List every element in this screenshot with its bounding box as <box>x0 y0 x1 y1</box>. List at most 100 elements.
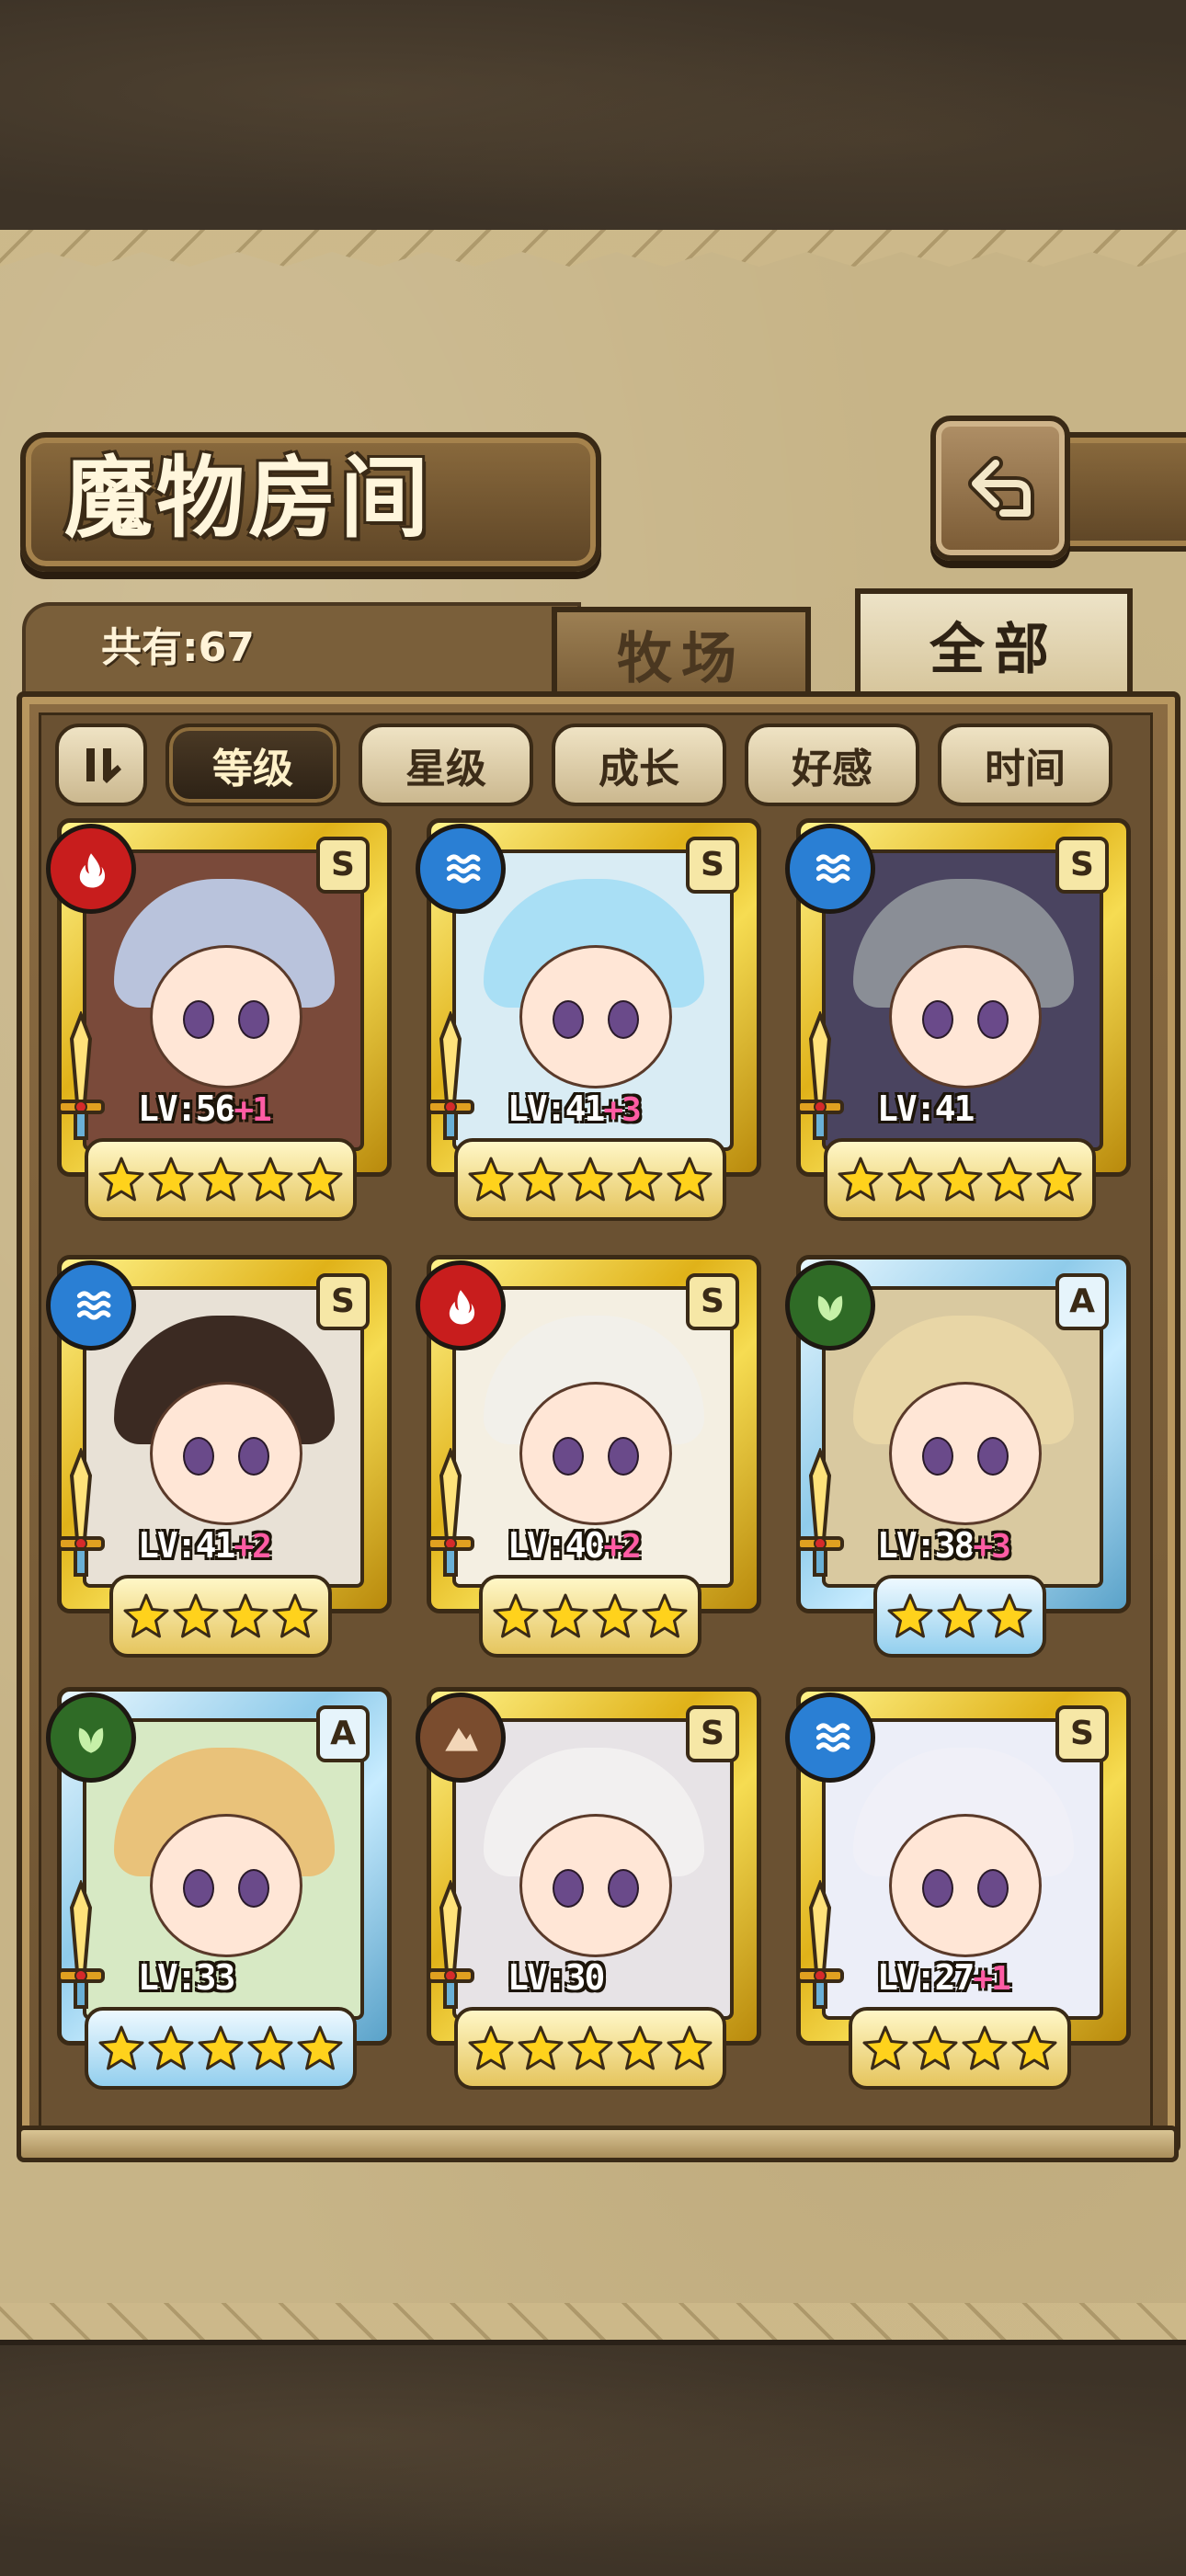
star-icon <box>1036 1157 1082 1202</box>
star-icon <box>617 2025 663 2070</box>
fire-element-icon <box>416 1260 506 1351</box>
star-icon <box>1011 2025 1057 2070</box>
star-rating <box>85 1138 357 1221</box>
star-icon <box>297 2025 343 2070</box>
sword-icon <box>427 1880 474 2009</box>
star-icon <box>518 1157 564 1202</box>
star-icon <box>986 1593 1032 1638</box>
rank-badge: S <box>686 1273 739 1330</box>
star-icon <box>567 2025 613 2070</box>
star-icon <box>887 1157 933 1202</box>
star-icon <box>98 2025 144 2070</box>
map-background-bottom <box>0 2340 1186 2576</box>
wood-element-icon <box>785 1260 875 1351</box>
star-rating <box>454 2007 726 2090</box>
monster-level: LV:38+3 <box>877 1525 1011 1566</box>
monster-card[interactable]: S LV:40+2 <box>416 1255 763 1661</box>
star-icon <box>887 1593 933 1638</box>
tab-all[interactable]: 全部 <box>855 588 1133 695</box>
back-button-plate <box>1057 432 1186 552</box>
star-icon <box>148 1157 194 1202</box>
rank-badge: S <box>1055 1705 1109 1762</box>
monster-level: LV:33 <box>138 1957 235 1998</box>
star-icon <box>468 1157 514 1202</box>
rank-badge: A <box>316 1705 370 1762</box>
monster-card[interactable]: A LV:33 <box>46 1687 393 2093</box>
star-icon <box>297 1157 343 1202</box>
star-icon <box>272 1593 318 1638</box>
star-icon <box>937 1157 983 1202</box>
monster-card[interactable]: S LV:30 <box>416 1687 763 2093</box>
sword-icon <box>796 1880 844 2009</box>
fire-element-icon <box>46 824 136 914</box>
star-icon <box>198 1157 244 1202</box>
star-icon <box>962 2025 1008 2070</box>
monster-card[interactable]: S LV:56+1 <box>46 818 393 1225</box>
star-rating <box>85 2007 357 2090</box>
sword-icon <box>427 1011 474 1140</box>
monster-card[interactable]: S LV:41+3 <box>416 818 763 1225</box>
sword-icon <box>796 1011 844 1140</box>
star-rating <box>824 1138 1096 1221</box>
sort-star-button[interactable]: 星级 <box>359 724 533 806</box>
star-icon <box>148 2025 194 2070</box>
tab-farm[interactable]: 牧场 <box>552 607 811 695</box>
page-title: 魔物房间 <box>64 446 432 550</box>
sword-icon <box>57 1880 105 2009</box>
monster-level: LV:41+3 <box>507 1089 642 1129</box>
monster-card[interactable]: S LV:27+1 <box>785 1687 1133 2093</box>
star-icon <box>222 1593 268 1638</box>
star-icon <box>493 1593 539 1638</box>
rank-badge: S <box>316 1273 370 1330</box>
water-element-icon <box>416 824 506 914</box>
sword-icon <box>427 1448 474 1577</box>
sort-time-button[interactable]: 时间 <box>938 724 1112 806</box>
monster-card[interactable]: S LV:41 <box>785 818 1133 1225</box>
water-element-icon <box>46 1260 136 1351</box>
star-rating <box>109 1575 332 1658</box>
wood-element-icon <box>46 1693 136 1783</box>
star-rating <box>849 2007 1071 2090</box>
star-icon <box>542 1593 588 1638</box>
monster-level: LV:30 <box>507 1957 605 1998</box>
star-rating <box>479 1575 701 1658</box>
back-arrow-icon <box>968 456 1034 520</box>
sword-icon <box>57 1011 105 1140</box>
star-icon <box>98 1157 144 1202</box>
rank-badge: S <box>686 837 739 894</box>
sort-affection-button[interactable]: 好感 <box>745 724 919 806</box>
star-icon <box>986 1157 1032 1202</box>
star-icon <box>642 1593 688 1638</box>
star-icon <box>518 2025 564 2070</box>
rank-badge: A <box>1055 1273 1109 1330</box>
sword-icon <box>57 1448 105 1577</box>
star-icon <box>592 1593 638 1638</box>
star-icon <box>912 2025 958 2070</box>
star-icon <box>247 2025 293 2070</box>
back-button[interactable] <box>930 416 1070 561</box>
star-rating <box>873 1575 1046 1658</box>
water-element-icon <box>785 824 875 914</box>
monster-card[interactable]: A LV:38+3 <box>785 1255 1133 1661</box>
sort-order-toggle[interactable] <box>55 724 147 806</box>
sort-order-icon <box>86 748 121 783</box>
monster-level: LV:41+2 <box>138 1525 272 1566</box>
list-bottom-bar <box>17 2126 1179 2162</box>
star-icon <box>198 2025 244 2070</box>
sort-growth-button[interactable]: 成长 <box>552 724 726 806</box>
monster-level: LV:41 <box>877 1089 975 1129</box>
monster-level: LV:56+1 <box>138 1089 272 1129</box>
map-background-top <box>0 0 1186 235</box>
star-icon <box>468 2025 514 2070</box>
water-element-icon <box>785 1693 875 1783</box>
monster-count: 共有:67 <box>101 624 255 671</box>
sword-icon <box>796 1448 844 1577</box>
monster-card[interactable]: S LV:41+2 <box>46 1255 393 1661</box>
star-icon <box>617 1157 663 1202</box>
rank-badge: S <box>1055 837 1109 894</box>
monster-level: LV:40+2 <box>507 1525 642 1566</box>
star-icon <box>838 1157 884 1202</box>
rank-badge: S <box>316 837 370 894</box>
star-icon <box>667 1157 713 1202</box>
sort-level-button[interactable]: 等级 <box>165 724 340 806</box>
